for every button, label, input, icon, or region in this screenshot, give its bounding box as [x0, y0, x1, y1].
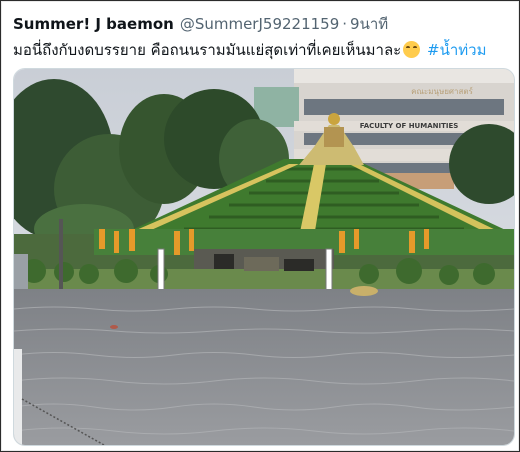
hashtag-link[interactable]: #น้ำท่วม — [427, 41, 486, 59]
timestamp[interactable]: 9นาที — [350, 12, 388, 36]
user-handle[interactable]: @SummerJ59221159 — [180, 15, 339, 33]
tweet-photo[interactable]: คณะมนุษยศาสตร์ FACULTY OF HUMANITIES — [13, 68, 515, 446]
display-name[interactable]: Summer! J baemon — [13, 15, 174, 33]
sign-thai: คณะมนุษยศาสตร์ — [411, 86, 473, 96]
flood-water — [14, 286, 514, 445]
tweet-card: Summer! J baemon @SummerJ59221159 · 9นาท… — [0, 0, 520, 452]
tweet-header: Summer! J baemon @SummerJ59221159 · 9นาท… — [13, 13, 509, 35]
joy-emoji-icon — [403, 41, 421, 58]
tweet-body: มอนี่ถึงกับงดบรรยาย คือถนนรามมันแย่สุดเท… — [13, 41, 402, 59]
separator-dot: · — [342, 15, 348, 33]
shrine — [194, 249, 334, 271]
tweet-text: มอนี่ถึงกับงดบรรยาย คือถนนรามมันแย่สุดเท… — [13, 38, 509, 62]
sign-english: FACULTY OF HUMANITIES — [360, 122, 459, 130]
